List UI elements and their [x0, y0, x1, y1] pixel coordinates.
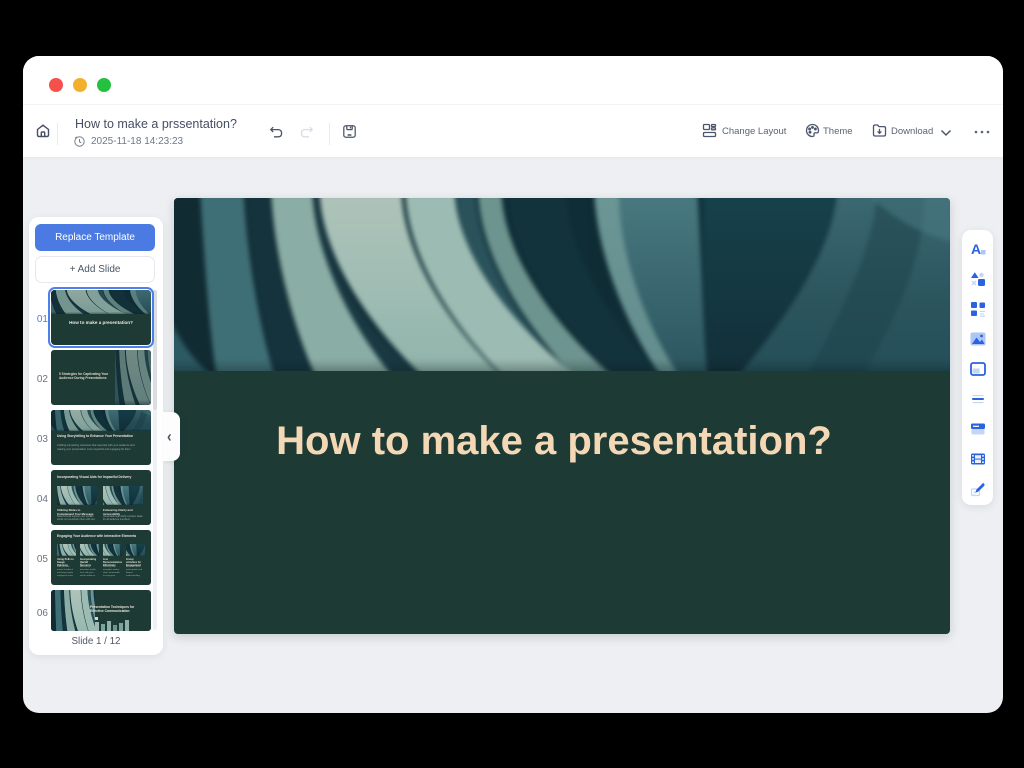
svg-text:A: A — [971, 241, 981, 257]
